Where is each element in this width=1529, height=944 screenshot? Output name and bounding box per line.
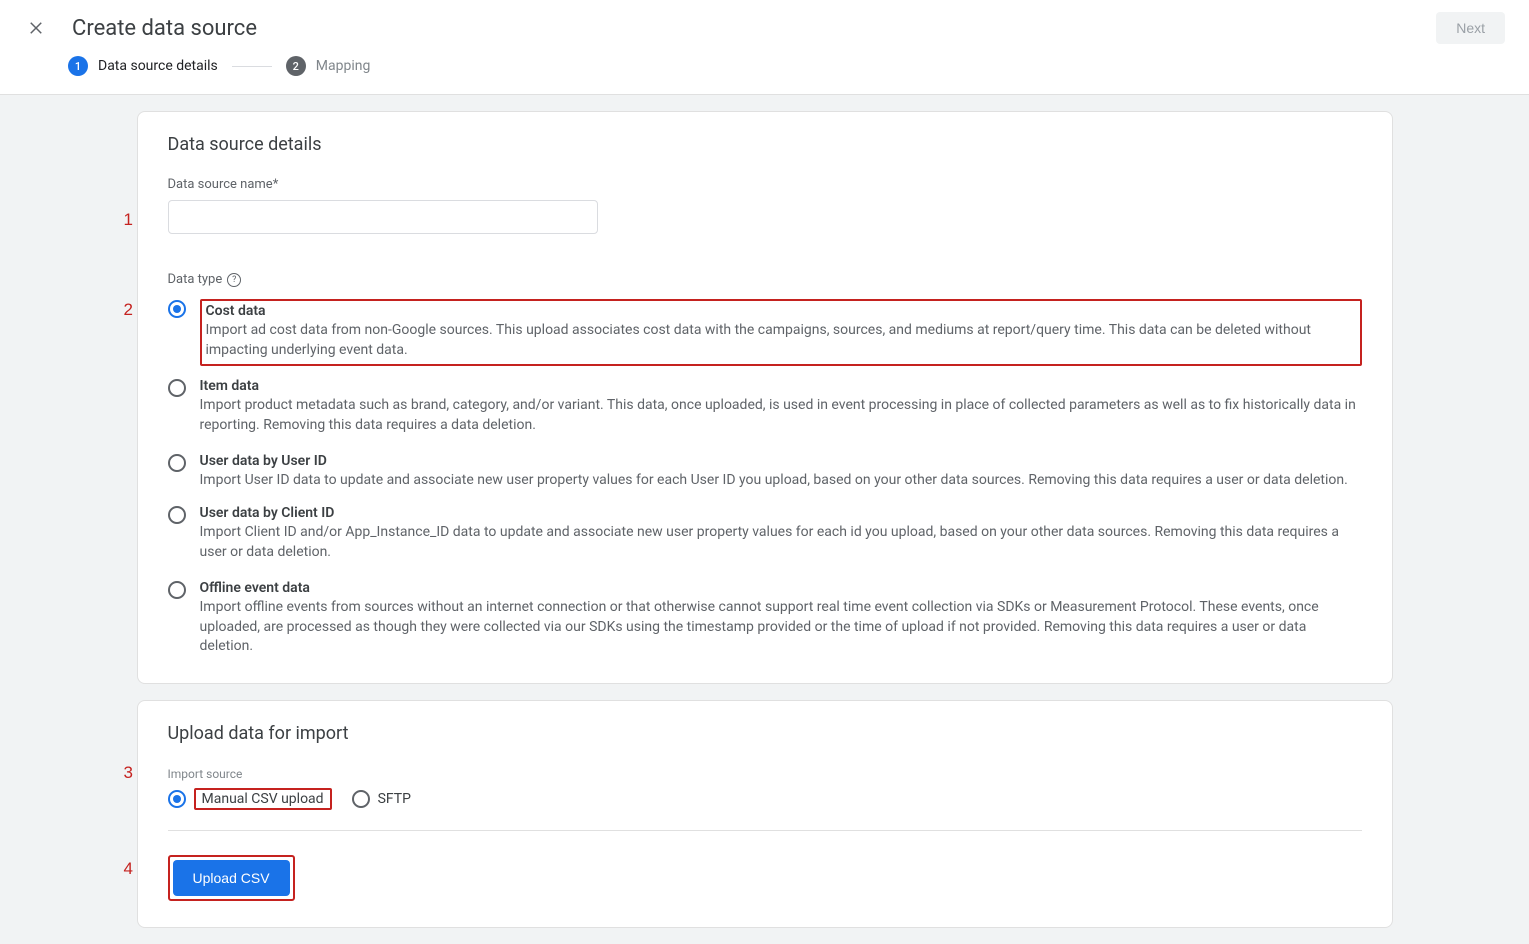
radio-offline-event[interactable]: Offline event data Import offline events…	[168, 576, 1362, 657]
step-label: Data source details	[98, 58, 218, 74]
divider	[168, 830, 1362, 831]
annotation-1: 1	[124, 210, 133, 230]
radio-manual-csv[interactable]: Manual CSV upload	[168, 788, 332, 810]
radio-input[interactable]	[168, 300, 186, 318]
option-title: User data by User ID	[200, 453, 1362, 469]
close-icon[interactable]	[24, 16, 48, 40]
upload-csv-button[interactable]: Upload CSV	[173, 860, 290, 896]
option-title: Offline event data	[200, 580, 1362, 596]
step-number: 1	[68, 56, 88, 76]
radio-sftp[interactable]: SFTP	[352, 790, 411, 808]
radio-input[interactable]	[352, 790, 370, 808]
option-desc: Import offline events from sources witho…	[200, 598, 1362, 657]
card-title: Data source details	[168, 134, 1362, 155]
radio-input[interactable]	[168, 581, 186, 599]
step-2[interactable]: 2 Mapping	[286, 56, 371, 76]
help-icon[interactable]: ?	[227, 273, 241, 287]
upload-data-card: Upload data for import 3 Import source M…	[137, 700, 1393, 928]
option-label: Manual CSV upload	[194, 788, 332, 810]
step-number: 2	[286, 56, 306, 76]
data-source-name-label: Data source name*	[168, 177, 1362, 192]
content: Data source details 1 Data source name* …	[129, 111, 1401, 928]
option-label: SFTP	[378, 791, 411, 807]
page-title: Create data source	[72, 16, 257, 41]
data-type-options: Cost data Import ad cost data from non-G…	[168, 295, 1362, 657]
top-bar: Create data source Next	[0, 0, 1529, 56]
option-desc: Import Client ID and/or App_Instance_ID …	[200, 523, 1362, 562]
option-desc: Import product metadata such as brand, c…	[200, 396, 1362, 435]
radio-input[interactable]	[168, 379, 186, 397]
annotation-3: 3	[124, 763, 133, 783]
next-button[interactable]: Next	[1436, 12, 1505, 44]
option-title: User data by Client ID	[200, 505, 1362, 521]
step-1[interactable]: 1 Data source details	[68, 56, 218, 76]
step-connector	[232, 66, 272, 67]
radio-input[interactable]	[168, 506, 186, 524]
stepper: 1 Data source details 2 Mapping	[0, 56, 1529, 95]
radio-user-id[interactable]: User data by User ID Import User ID data…	[168, 449, 1362, 501]
radio-input[interactable]	[168, 454, 186, 472]
annotation-4: 4	[124, 859, 133, 879]
highlight-cost-data: Cost data Import ad cost data from non-G…	[200, 299, 1362, 366]
annotation-2: 2	[124, 300, 133, 320]
option-desc: Import User ID data to update and associ…	[200, 471, 1362, 491]
card-title: Upload data for import	[168, 723, 1362, 744]
data-source-name-input[interactable]	[168, 200, 598, 234]
highlight-upload-csv: Upload CSV	[168, 855, 295, 901]
import-source-label: Import source	[168, 767, 243, 781]
data-type-label: Data type ?	[168, 272, 1362, 287]
radio-client-id[interactable]: User data by Client ID Import Client ID …	[168, 501, 1362, 576]
radio-item-data[interactable]: Item data Import product metadata such a…	[168, 374, 1362, 449]
option-title: Item data	[200, 378, 1362, 394]
radio-input[interactable]	[168, 790, 186, 808]
option-title: Cost data	[206, 303, 1354, 319]
step-label: Mapping	[316, 58, 371, 74]
radio-cost-data[interactable]: Cost data Import ad cost data from non-G…	[168, 295, 1362, 374]
data-source-details-card: Data source details 1 Data source name* …	[137, 111, 1393, 684]
data-type-text: Data type	[168, 272, 223, 287]
option-desc: Import ad cost data from non-Google sour…	[206, 321, 1354, 360]
import-source-options: Manual CSV upload SFTP	[168, 788, 1362, 810]
